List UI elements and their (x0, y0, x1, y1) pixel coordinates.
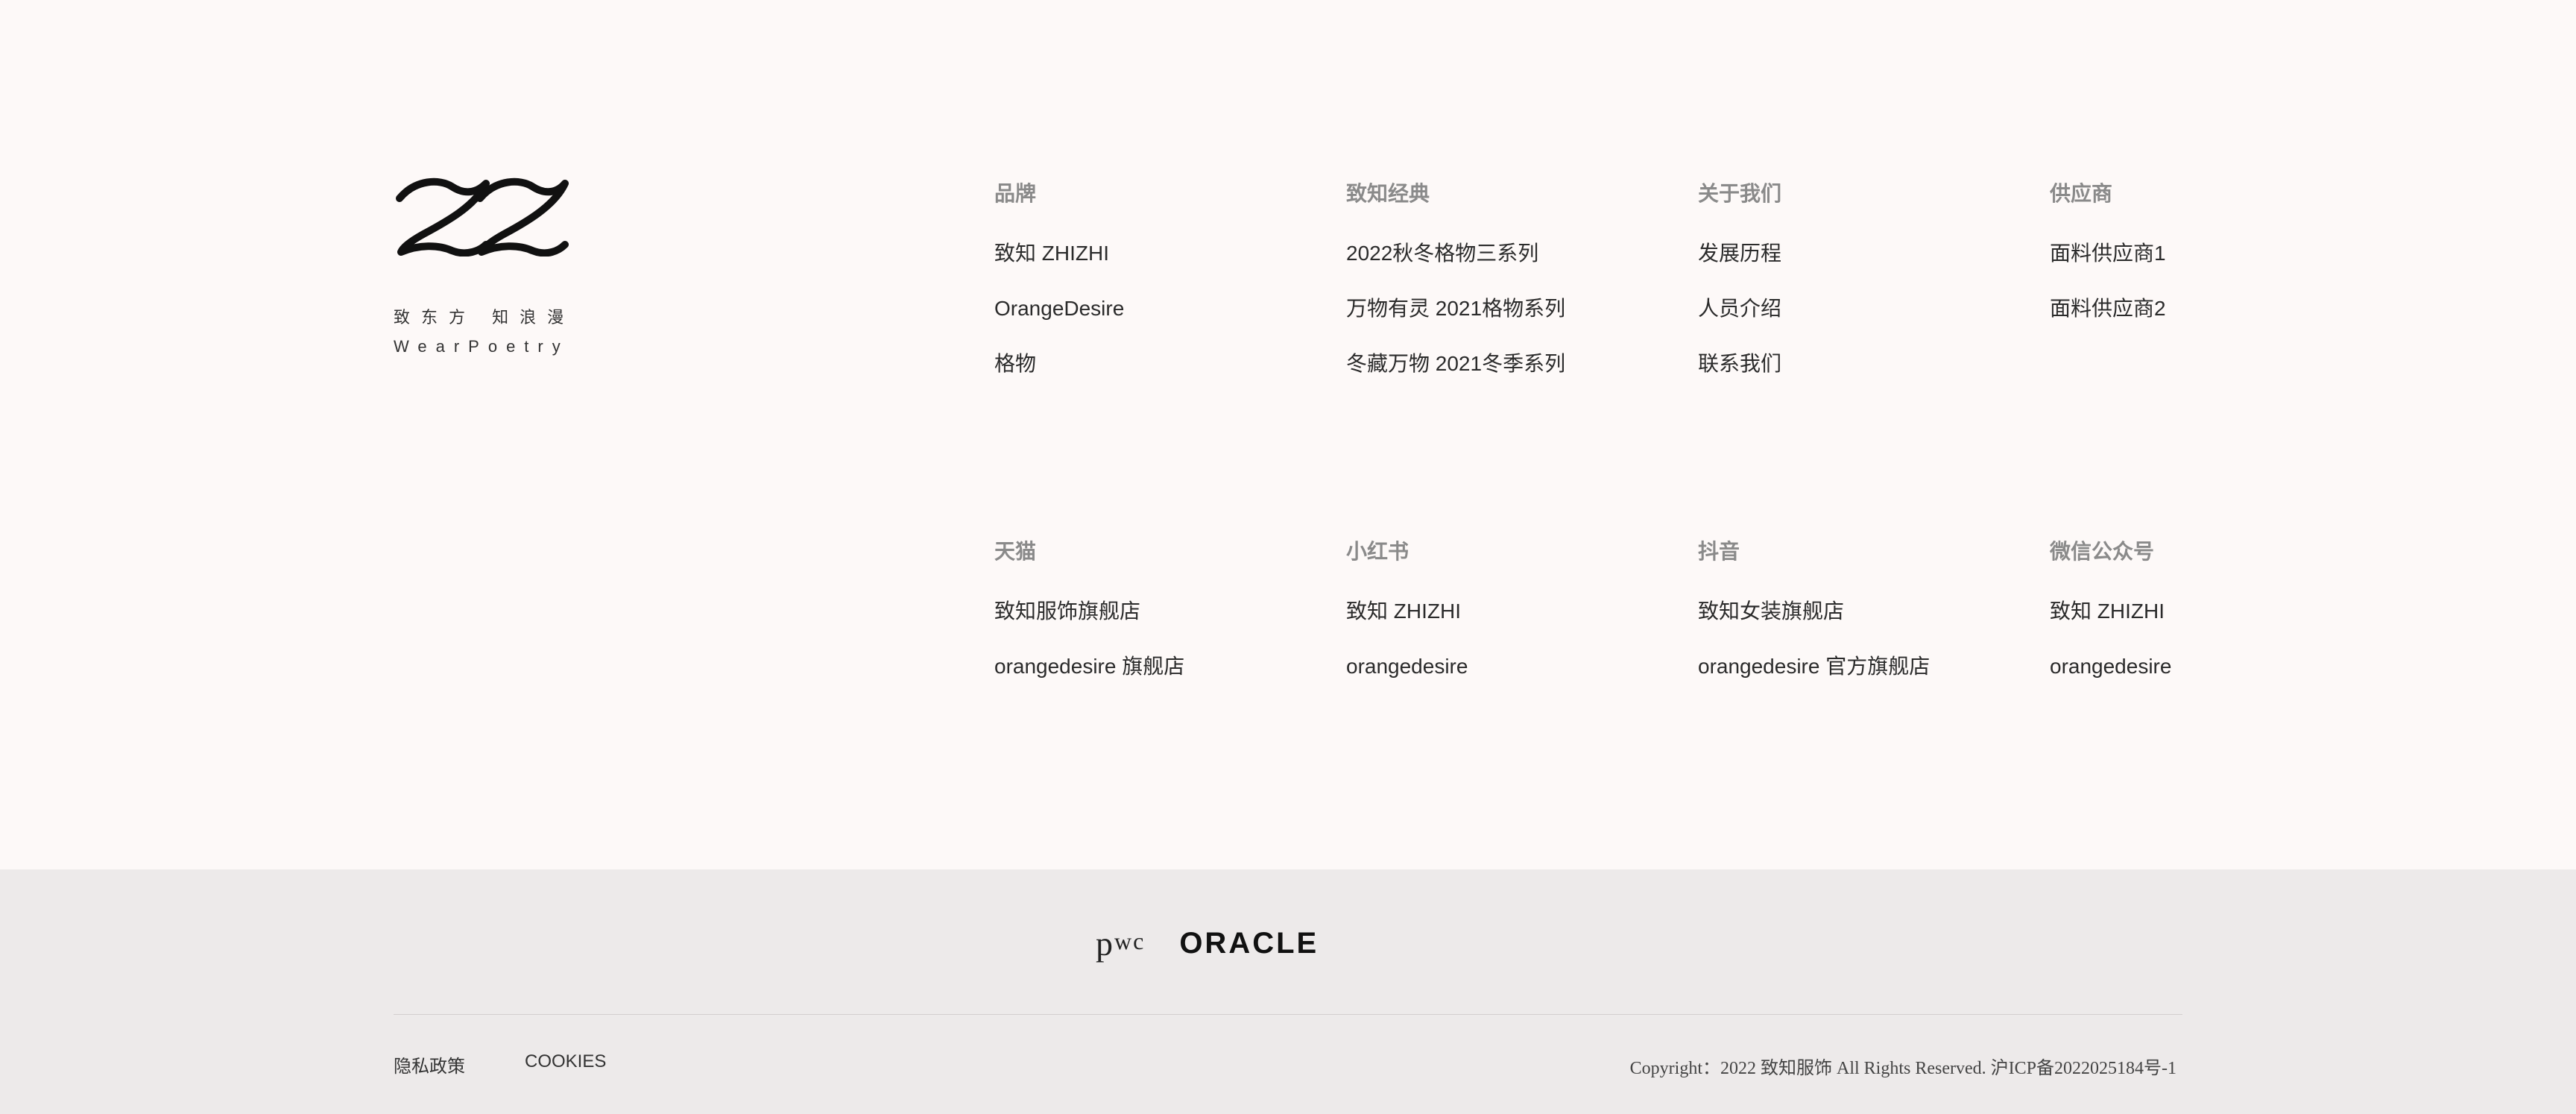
nav-link-supplier-1[interactable]: 面料供应商1 (2050, 239, 2363, 268)
nav-link-gewu[interactable]: 格物 (994, 349, 1307, 379)
oracle-logo[interactable]: ORACLE (1179, 927, 1319, 960)
column-heading: 小红书 (1346, 540, 1409, 563)
column-heading: 关于我们 (1698, 182, 1782, 205)
nav-link-douyin-zhizhi[interactable]: 致知女装旗舰店 (1698, 597, 2011, 626)
nav-column-suppliers: 供应商 面料供应商1 面料供应商2 (2050, 179, 2363, 349)
pwc-logo[interactable]: pwc (1096, 924, 1145, 963)
nav-link-collection-2021-winter[interactable]: 冬藏万物 2021冬季系列 (1346, 349, 1659, 379)
nav-column-wechat: 微信公众号 致知 ZHIZHI orangedesire (2050, 537, 2363, 707)
nav-link-xhs-orangedesire[interactable]: orangedesire (1346, 652, 1659, 682)
column-heading: 天猫 (994, 540, 1037, 563)
column-heading: 抖音 (1698, 540, 1740, 563)
copyright-text: Copyright：2022 致知服饰 All Rights Reserved.… (1629, 1059, 2176, 1078)
brand-tagline-chinese: 致东方 知浪漫 (394, 308, 575, 327)
column-heading: 致知经典 (1346, 182, 1430, 205)
column-heading: 供应商 (2050, 182, 2113, 205)
nav-column-classics: 致知经典 2022秋冬格物三系列 万物有灵 2021格物系列 冬藏万物 2021… (1346, 179, 1659, 404)
nav-column-xiaohongshu: 小红书 致知 ZHIZHI orangedesire (1346, 537, 1659, 707)
nav-link-orangedesire[interactable]: OrangeDesire (994, 294, 1307, 324)
nav-link-collection-2022[interactable]: 2022秋冬格物三系列 (1346, 239, 1659, 268)
nav-link-team[interactable]: 人员介绍 (1698, 294, 2011, 324)
legal-links: 隐私政策 COOKIES (394, 1051, 606, 1077)
privacy-policy-link[interactable]: 隐私政策 (394, 1051, 465, 1077)
nav-link-wechat-orangedesire[interactable]: orangedesire (2050, 652, 2363, 682)
nav-column-tmall: 天猫 致知服饰旗舰店 orangedesire 旗舰店 (994, 537, 1307, 707)
column-heading: 品牌 (994, 182, 1037, 205)
nav-link-tmall-orangedesire[interactable]: orangedesire 旗舰店 (994, 652, 1307, 682)
nav-link-history[interactable]: 发展历程 (1698, 239, 2011, 268)
partner-logos: pwc ORACLE (1096, 924, 1319, 963)
brand-tagline-english: WearPoetry (394, 337, 569, 356)
nav-column-about: 关于我们 发展历程 人员介绍 联系我们 (1698, 179, 2011, 404)
nav-link-contact[interactable]: 联系我们 (1698, 349, 2011, 379)
footer-navigation-area: 致东方 知浪漫 WearPoetry 品牌 致知 ZHIZHI OrangeDe… (0, 0, 2576, 869)
nav-link-douyin-orangedesire[interactable]: orangedesire 官方旗舰店 (1698, 652, 2011, 682)
cookies-link[interactable]: COOKIES (525, 1051, 606, 1077)
nav-link-supplier-2[interactable]: 面料供应商2 (2050, 294, 2363, 324)
brand-block: 致东方 知浪漫 WearPoetry (394, 176, 572, 356)
footer-bottom-bar: pwc ORACLE 隐私政策 COOKIES Copyright：2022 致… (0, 869, 2576, 1114)
footer-divider (394, 1014, 2182, 1015)
nav-column-douyin: 抖音 致知女装旗舰店 orangedesire 官方旗舰店 (1698, 537, 2011, 707)
nav-column-brands: 品牌 致知 ZHIZHI OrangeDesire 格物 (994, 179, 1307, 404)
pwc-logo-wc: wc (1114, 928, 1146, 954)
zz-wave-logo-icon[interactable] (394, 176, 572, 257)
nav-link-xhs-zhizhi[interactable]: 致知 ZHIZHI (1346, 597, 1659, 626)
column-heading: 微信公众号 (2050, 540, 2155, 563)
nav-link-zhizhi[interactable]: 致知 ZHIZHI (994, 239, 1307, 268)
nav-link-collection-2021-gewu[interactable]: 万物有灵 2021格物系列 (1346, 294, 1659, 324)
nav-link-tmall-zhizhi[interactable]: 致知服饰旗舰店 (994, 597, 1307, 626)
pwc-logo-p: p (1096, 925, 1114, 963)
nav-link-wechat-zhizhi[interactable]: 致知 ZHIZHI (2050, 597, 2363, 626)
